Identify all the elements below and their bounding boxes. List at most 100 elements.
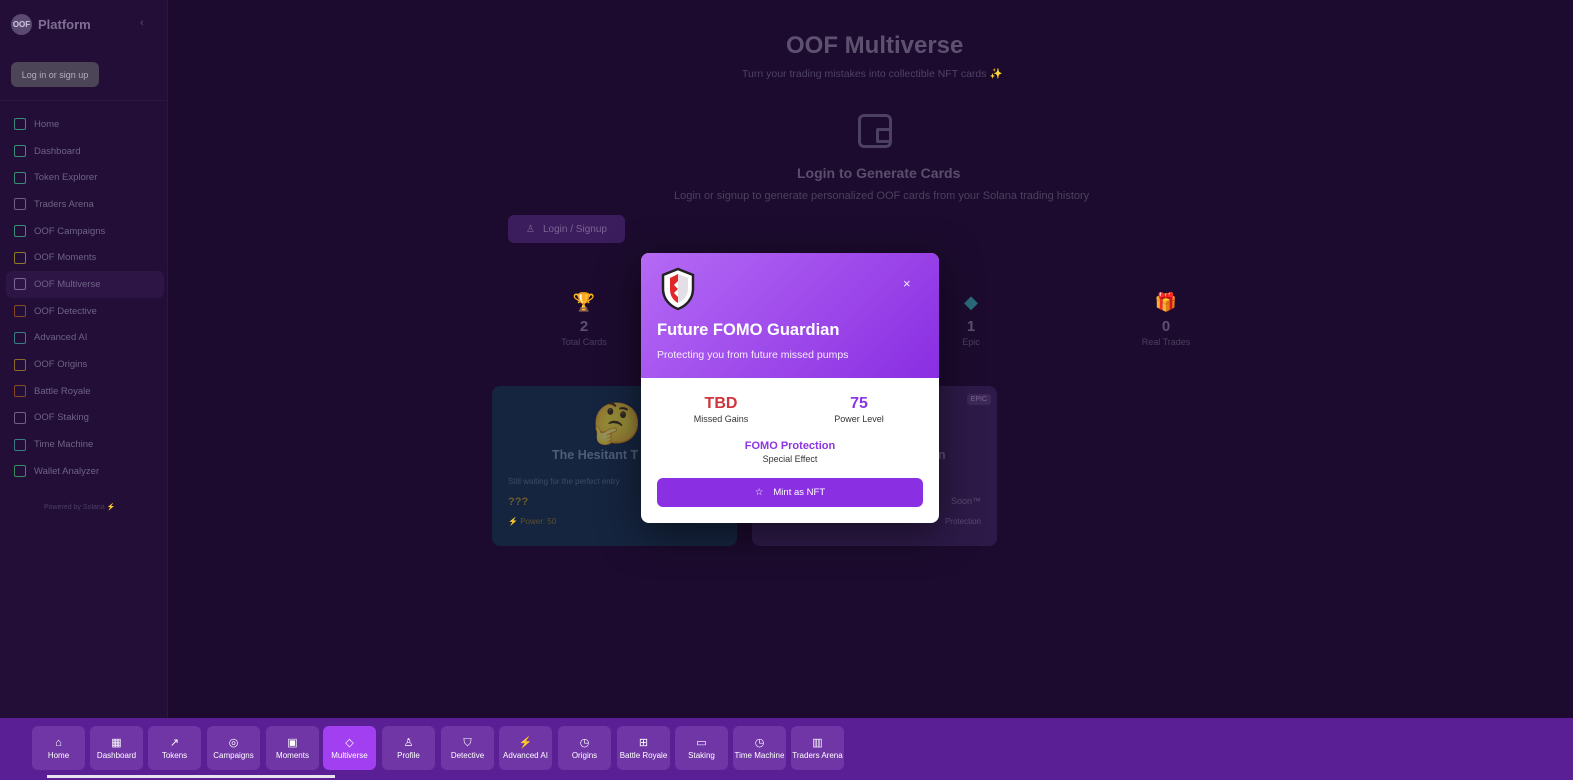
nav-icon: ◷	[579, 736, 590, 749]
sidebar-item-traders-arena[interactable]: Traders Arena	[6, 191, 164, 218]
powered-by: Powered by Solana ⚡	[44, 504, 116, 511]
nav-icon: ♙	[403, 736, 414, 749]
bottom-nav-battle-royale[interactable]: ⊞ Battle Royale	[617, 726, 670, 770]
sidebar-item-label: Traders Arena	[34, 198, 94, 210]
mint-nft-button[interactable]: ☆ Mint as NFT	[657, 478, 923, 507]
brand[interactable]: OOF Platform	[11, 14, 91, 35]
sidebar-item-oof-moments[interactable]: OOF Moments	[6, 244, 164, 271]
nav-label: Traders Arena	[792, 750, 843, 760]
bottom-nav-tokens[interactable]: ↗ Tokens	[148, 726, 201, 770]
sidebar-item-oof-multiverse[interactable]: OOF Multiverse	[6, 271, 164, 298]
brand-title: Platform	[38, 17, 91, 32]
sidebar-item-battle-royale[interactable]: Battle Royale	[6, 378, 164, 405]
nav-icon: ▣	[287, 736, 298, 749]
sidebar-item-dashboard[interactable]: Dashboard	[6, 138, 164, 165]
nav-label: Advanced AI	[503, 750, 548, 760]
trophy-icon: 🏆	[572, 292, 596, 312]
nav-icon: ▦	[111, 736, 122, 749]
login-signup-button[interactable]: ♙ Login / Signup	[508, 215, 625, 243]
nav-label: Campaigns	[213, 750, 254, 760]
sidebar-item-label: OOF Detective	[34, 305, 97, 317]
mint-label: Mint as NFT	[773, 487, 826, 498]
gem-icon	[14, 465, 26, 478]
nav-icon: ◇	[345, 736, 354, 749]
nav-label: Time Machine	[734, 750, 785, 760]
stat-epic: ◆ 1 Epic	[936, 292, 1006, 347]
nav-label: Home	[47, 750, 70, 760]
sidebar-item-label: Home	[34, 118, 60, 130]
sidebar-item-label: OOF Staking	[34, 412, 89, 424]
missed-gains-stat: TBD Missed Gains	[671, 395, 771, 424]
clock-icon	[14, 438, 26, 451]
sidebar-item-oof-detective[interactable]: OOF Detective	[6, 298, 164, 325]
stat-real-trades: 🎁 0 Real Trades	[1131, 292, 1201, 347]
sidebar-item-label: Wallet Analyzer	[34, 465, 100, 477]
sidebar-item-time-machine[interactable]: Time Machine	[6, 431, 164, 458]
bottom-nav-home[interactable]: ⌂ Home	[32, 726, 85, 770]
nav-icon: ⚡	[518, 736, 533, 749]
stat-label: Epic	[962, 337, 980, 347]
card-title: The Hesitant T	[552, 448, 639, 462]
grid-icon	[14, 145, 26, 158]
sparkles-icon: ✨	[989, 68, 1003, 80]
subtitle-text: Turn your trading mistakes into collecti…	[742, 68, 987, 80]
card-power: ⚡ Power: 50	[508, 517, 557, 526]
gamepad-icon	[14, 385, 26, 398]
sidebar-item-home[interactable]: Home	[6, 111, 164, 138]
sidebar-item-oof-staking[interactable]: OOF Staking	[6, 405, 164, 432]
thinking-face-icon: 🤔	[592, 402, 642, 446]
close-icon[interactable]: ×	[903, 276, 911, 291]
calendar-icon	[14, 358, 26, 371]
nav-label: Battle Royale	[619, 750, 668, 760]
nav-icon: ◷	[754, 736, 765, 749]
sidebar-item-label: Battle Royale	[34, 385, 91, 397]
chevron-left-icon[interactable]: ‹	[140, 17, 144, 29]
horizontal-scrollbar[interactable]	[47, 775, 335, 778]
nav-icon: ⊞	[638, 736, 649, 749]
nav-label: Dashboard	[96, 750, 137, 760]
sidebar-item-wallet-analyzer[interactable]: Wallet Analyzer	[6, 458, 164, 485]
nav-icon: ⛉	[463, 736, 472, 749]
bottom-nav-multiverse[interactable]: ◇ Multiverse	[323, 726, 376, 770]
divider	[0, 100, 168, 101]
sidebar-nav: Home Dashboard Token Explorer Traders Arena…	[6, 111, 164, 485]
sidebar-item-label: Advanced AI	[34, 332, 88, 344]
nav-icon: ▭	[696, 736, 707, 749]
bottom-nav-staking[interactable]: ▭ Staking	[675, 726, 728, 770]
nav-label: Multiverse	[331, 750, 368, 760]
shield-icon	[14, 305, 26, 318]
sidebar-item-label: OOF Campaigns	[34, 225, 106, 237]
nav-icon: ↗	[169, 736, 180, 749]
stat-label: Real Trades	[1141, 337, 1191, 347]
stat-value: 0	[1161, 318, 1171, 335]
missed-gains-value: TBD	[704, 395, 738, 412]
sidebar-item-token-explorer[interactable]: Token Explorer	[6, 164, 164, 191]
bottom-nav-profile[interactable]: ♙ Profile	[382, 726, 435, 770]
power-level-value: 75	[850, 395, 868, 412]
stat-total-cards: 🏆 2 Total Cards	[549, 292, 619, 347]
star-icon: ☆	[754, 487, 764, 498]
card-soon: Soon™	[950, 496, 981, 506]
trending-up-icon	[14, 171, 26, 184]
bottom-nav-advanced-ai[interactable]: ⚡ Advanced AI	[499, 726, 552, 770]
bottom-nav-campaigns[interactable]: ◎ Campaigns	[207, 726, 260, 770]
bottom-nav-time-machine[interactable]: ◷ Time Machine	[733, 726, 786, 770]
bottom-nav-moments[interactable]: ▣ Moments	[266, 726, 319, 770]
nav-icon: ◎	[228, 736, 239, 749]
bottom-nav-dashboard[interactable]: ▦ Dashboard	[90, 726, 143, 770]
bottom-nav-origins[interactable]: ◷ Origins	[558, 726, 611, 770]
login-button[interactable]: Log in or sign up	[11, 62, 99, 87]
sidebar-item-advanced-ai[interactable]: Advanced AI	[6, 325, 164, 352]
sidebar-item-oof-campaigns[interactable]: OOF Campaigns	[6, 218, 164, 245]
rarity-badge: EPIC	[966, 394, 991, 405]
bottom-nav-traders-arena[interactable]: ▥ Traders Arena	[791, 726, 844, 770]
card-power-label: Power: 50	[520, 517, 557, 526]
stat-label: Total Cards	[561, 337, 607, 347]
user-icon: ♙	[526, 223, 535, 235]
bottom-nav-detective[interactable]: ⛉ Detective	[441, 726, 494, 770]
sidebar-item-label: Dashboard	[34, 145, 81, 157]
sidebar-item-label: OOF Moments	[34, 252, 97, 264]
sidebar-item-label: Token Explorer	[34, 172, 98, 184]
sidebar-item-oof-origins[interactable]: OOF Origins	[6, 351, 164, 378]
power-level-label: Power Level	[834, 414, 884, 424]
